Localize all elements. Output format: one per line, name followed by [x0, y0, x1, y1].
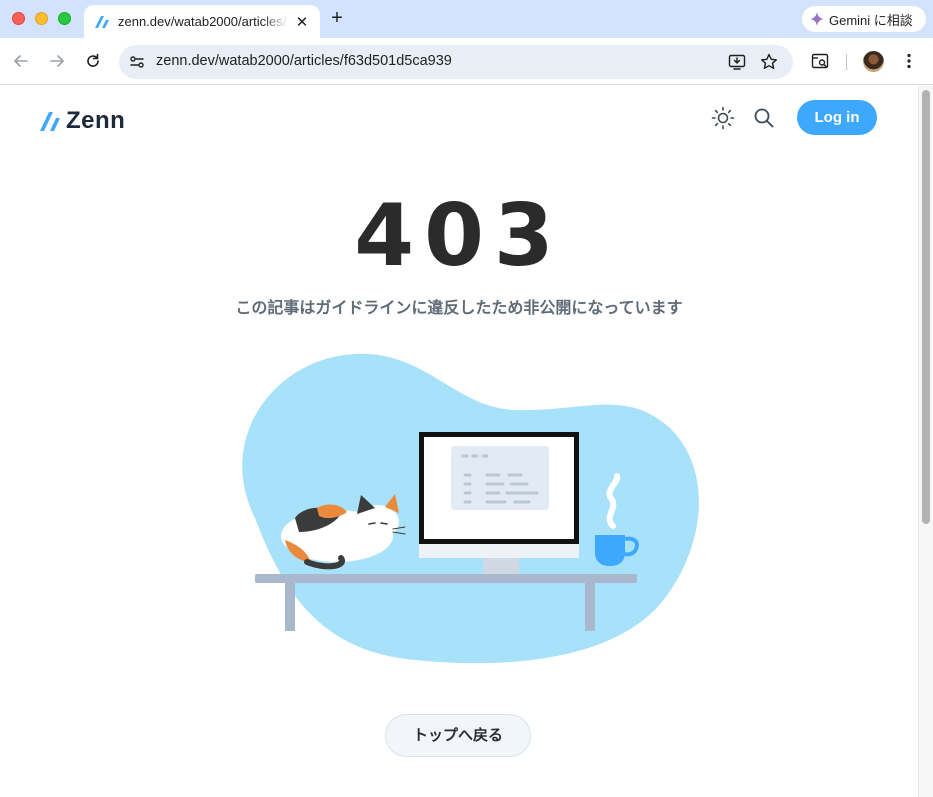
gemini-sparkle-icon	[810, 12, 824, 26]
site-settings-icon[interactable]	[127, 52, 147, 72]
reload-icon[interactable]	[83, 51, 103, 71]
back-to-top-button[interactable]: トップへ戻る	[385, 714, 531, 757]
gemini-label: Gemini に相談	[829, 12, 913, 28]
zenn-logo[interactable]: Zenn	[40, 107, 125, 135]
minimize-window-button[interactable]	[35, 12, 48, 25]
install-app-icon[interactable]	[727, 52, 747, 72]
tab-search-icon[interactable]	[810, 51, 830, 71]
browser-tab-active[interactable]: zenn.dev/watab2000/articles/f63d501d5ca9…	[84, 5, 320, 38]
theme-toggle-sun-icon[interactable]	[711, 106, 735, 130]
page-scrollbar[interactable]	[918, 86, 933, 797]
zenn-logo-mark-icon	[40, 112, 60, 131]
search-icon[interactable]	[752, 106, 776, 130]
monitor-stand	[483, 556, 519, 574]
desk-leg-left	[285, 583, 295, 631]
tab-close-icon[interactable]: ✕	[294, 14, 310, 30]
gemini-button[interactable]: Gemini に相談	[802, 6, 926, 32]
forward-arrow-icon[interactable]	[47, 51, 67, 71]
error-code: 403	[354, 186, 564, 286]
desk-top	[255, 574, 637, 583]
mug-body	[595, 535, 625, 566]
browser-toolbar: zenn.dev/watab2000/articles/f63d501d5ca9…	[0, 38, 933, 85]
monitor-base	[419, 544, 579, 558]
cat-desk-illustration	[242, 353, 699, 664]
cat-eye-right	[380, 522, 388, 525]
zoom-window-button[interactable]	[58, 12, 71, 25]
url-text[interactable]: zenn.dev/watab2000/articles/f63d501d5ca9…	[156, 53, 452, 69]
cat-eye-left	[368, 522, 376, 525]
scrollbar-thumb[interactable]	[922, 90, 930, 524]
error-message: この記事はガイドラインに違反したため非公開になっています	[235, 298, 683, 317]
bookmark-star-icon[interactable]	[759, 52, 779, 72]
address-bar[interactable]: zenn.dev/watab2000/articles/f63d501d5ca9…	[119, 45, 793, 79]
login-button[interactable]: Log in	[797, 100, 877, 135]
more-menu-icon[interactable]	[899, 51, 919, 71]
browser-tab-bar: zenn.dev/watab2000/articles/f63d501d5ca9…	[0, 0, 933, 38]
profile-avatar[interactable]	[863, 51, 884, 72]
toolbar-divider	[846, 54, 847, 70]
back-arrow-icon[interactable]	[11, 51, 31, 71]
close-window-button[interactable]	[12, 12, 25, 25]
new-tab-button[interactable]: +	[327, 8, 347, 28]
tab-title: zenn.dev/watab2000/articles/f63d501d5ca9…	[118, 14, 288, 29]
zenn-wordmark: Zenn	[66, 107, 126, 134]
page-content: Zenn Log in 403 この記事はガイドラインに違反したため非公開になっ…	[0, 86, 918, 797]
desk-leg-right	[585, 583, 595, 631]
zenn-favicon-icon	[95, 15, 109, 28]
